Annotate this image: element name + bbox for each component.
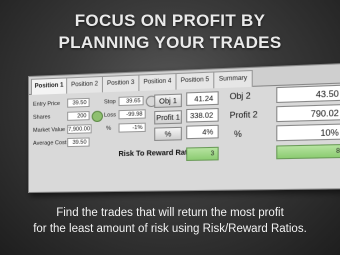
average-cost-label: Average Cost	[32, 140, 67, 147]
stop-field[interactable]: 39.65	[118, 95, 144, 107]
average-cost-field: 39.50	[67, 137, 90, 148]
tab-position-1[interactable]: Position 1	[30, 77, 68, 95]
loss-percent-field: -1%	[118, 122, 146, 133]
percent-1-field: 4%	[186, 124, 219, 140]
obj-1-field[interactable]: 41.24	[186, 91, 219, 106]
obj-2-label: Obj 2	[229, 91, 251, 102]
profit-1-field: 338.02	[186, 108, 219, 123]
entry-price-field[interactable]: 39.50	[67, 97, 90, 108]
percent-1-button: %	[154, 126, 182, 141]
loss-field: -99.98	[118, 109, 146, 120]
tab-summary[interactable]: Summary	[213, 69, 253, 89]
tab-position-4[interactable]: Position 4	[138, 73, 177, 92]
percent-2-field: 10%	[276, 123, 340, 142]
obj-2-field[interactable]: 43.50	[276, 84, 340, 104]
caption-line-2: for the least amount of risk using Risk/…	[33, 223, 307, 235]
trade-planner-panel: Position 1 Position 2 Position 3 Positio…	[28, 62, 340, 194]
profit-2-field: 790.02	[276, 104, 340, 123]
loss-percent-label: %	[106, 125, 112, 132]
profit-1-button[interactable]: Profit 1	[154, 110, 182, 125]
tab-position-3[interactable]: Position 3	[101, 74, 140, 93]
risk-reward-field-2: 8	[276, 143, 340, 160]
tab-position-5[interactable]: Position 5	[175, 71, 215, 90]
green-circle-icon[interactable]	[91, 110, 103, 123]
risk-reward-label: Risk To Reward Ratio	[118, 149, 195, 159]
obj-1-button[interactable]: Obj 1	[154, 93, 182, 108]
risk-reward-field-1: 3	[186, 146, 219, 162]
headline-line-1: FOCUS ON PROFIT BY	[74, 11, 266, 30]
shares-field[interactable]: 200	[67, 111, 90, 121]
profit-2-label: Profit 2	[229, 109, 258, 121]
stop-label: Stop	[104, 98, 116, 106]
market-value-label: Market Value	[32, 126, 66, 134]
market-value-field: 7,900.00	[67, 124, 92, 134]
percent-2-label: %	[234, 129, 242, 140]
shares-label: Shares	[32, 114, 51, 121]
loss-label: Loss	[104, 112, 117, 119]
headline-line-2: PLANNING YOUR TRADES	[58, 33, 282, 52]
entry-price-label: Entry Price	[32, 100, 60, 108]
caption-line-1: Find the trades that will return the mos…	[56, 207, 284, 219]
tab-position-2[interactable]: Position 2	[66, 75, 103, 94]
